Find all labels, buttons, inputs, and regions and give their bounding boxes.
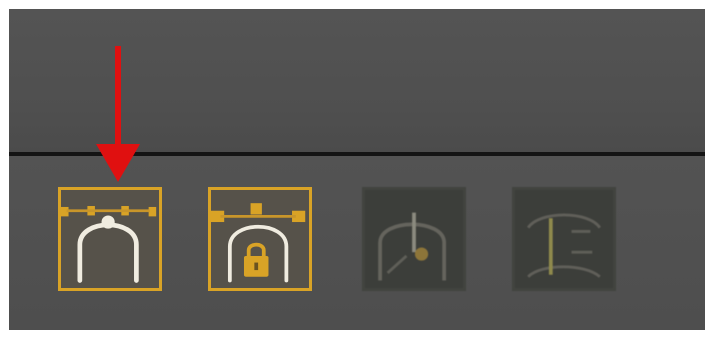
pivot-adjust-icon bbox=[378, 212, 447, 281]
vertical-align-icon bbox=[527, 213, 601, 278]
pivot-adjust-button[interactable] bbox=[362, 187, 466, 291]
viewport-area bbox=[9, 9, 705, 152]
vertical-align-button[interactable] bbox=[512, 187, 616, 291]
bezier-lock-button[interactable] bbox=[208, 187, 312, 291]
bezier-edit-button[interactable] bbox=[58, 187, 162, 291]
bezier-curve-lock-icon bbox=[211, 203, 306, 283]
screenshot-frame bbox=[0, 0, 705, 338]
bezier-curve-edit-icon bbox=[61, 206, 157, 283]
